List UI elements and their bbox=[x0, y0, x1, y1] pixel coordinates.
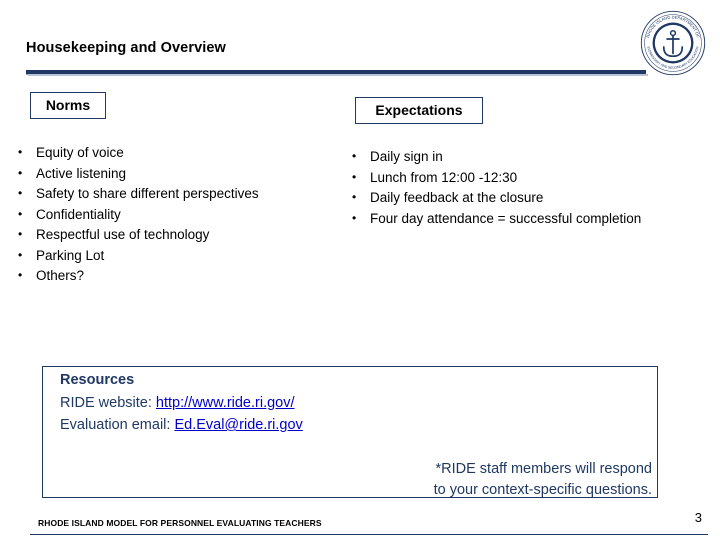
expectations-header: Expectations bbox=[355, 97, 483, 124]
list-item: • Parking Lot bbox=[18, 246, 348, 266]
list-item: • Daily feedback at the closure bbox=[352, 188, 652, 208]
slide-number: 3 bbox=[694, 510, 702, 525]
resources-website-label: RIDE website: bbox=[60, 395, 156, 411]
bullet-icon: • bbox=[352, 210, 357, 225]
resources-note-line-1: *RIDE staff members will respond bbox=[435, 461, 652, 477]
bullet-icon: • bbox=[18, 206, 23, 221]
bullet-icon: • bbox=[18, 227, 23, 241]
list-item: • Active listening bbox=[18, 164, 348, 184]
bullet-icon: • bbox=[18, 165, 23, 180]
ride-website-link[interactable]: http://www.ride.ri.gov/ bbox=[156, 395, 295, 411]
bullet-icon: • bbox=[352, 190, 357, 204]
bullet-icon: • bbox=[352, 169, 357, 184]
bullet-icon: • bbox=[18, 247, 23, 262]
resources-email-line: Evaluation email: Ed.Eval@ride.ri.gov bbox=[60, 417, 303, 433]
list-item: • Lunch from 12:00 -12:30 bbox=[352, 168, 652, 188]
list-item: • Daily sign in bbox=[352, 147, 652, 167]
footer-text: RHODE ISLAND MODEL FOR PERSONNEL EVALUAT… bbox=[38, 518, 322, 528]
bullet-icon: • bbox=[352, 149, 357, 163]
list-item: • Equity of voice bbox=[18, 143, 348, 163]
list-item: • Confidentiality bbox=[18, 205, 348, 225]
resources-title: Resources bbox=[60, 372, 135, 388]
resources-note: *RIDE staff members will respond to your… bbox=[222, 459, 652, 501]
title-divider-shadow bbox=[28, 74, 648, 76]
bullet-icon: • bbox=[18, 268, 23, 282]
evaluation-email-link[interactable]: Ed.Eval@ride.ri.gov bbox=[174, 417, 302, 433]
list-item: • Respectful use of technology bbox=[18, 225, 348, 245]
norms-header: Norms bbox=[30, 92, 106, 119]
list-item: • Safety to share different perspectives bbox=[18, 184, 348, 204]
bullet-icon: • bbox=[18, 186, 23, 200]
resources-note-line-2: to your context-specific questions. bbox=[433, 482, 652, 498]
list-item: • Four day attendance = successful comple… bbox=[352, 209, 652, 229]
resources-website-line: RIDE website: http://www.ride.ri.gov/ bbox=[60, 395, 295, 411]
page-title: Housekeeping and Overview bbox=[26, 40, 226, 56]
list-item: • Others? bbox=[18, 266, 348, 286]
footer-divider bbox=[30, 534, 708, 535]
resources-email-label: Evaluation email: bbox=[60, 417, 175, 433]
bullet-icon: • bbox=[18, 145, 23, 159]
norms-list: • Equity of voice • Active listening • Safe… bbox=[18, 143, 348, 287]
ride-seal-logo: RHODE ISLAND DEPARTMENT OF ELEMENTARY AN… bbox=[640, 10, 706, 76]
expectations-list: • Daily sign in • Lunch from 12:00 -12:30 … bbox=[352, 147, 652, 229]
